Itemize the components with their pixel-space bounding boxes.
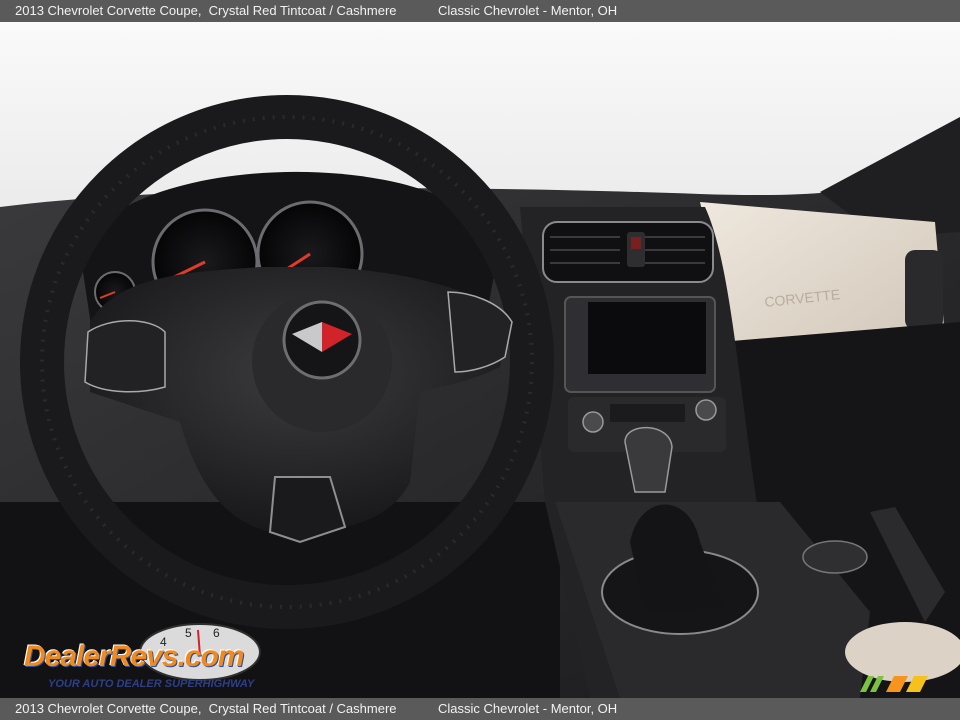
mm-logo-icon xyxy=(860,676,928,692)
tune-knob xyxy=(695,399,717,421)
dealerrevs-watermark: 4 5 6 DealerRevs.com YOUR AUTO DEALER SU… xyxy=(10,622,270,692)
svg-text:5: 5 xyxy=(185,626,192,640)
bottom-caption-bar: 2013 Chevrolet Corvette Coupe, Crystal R… xyxy=(0,698,960,720)
interior-photo: CORVETTE xyxy=(0,22,960,698)
car-title: 2013 Chevrolet Corvette Coupe, Crystal R… xyxy=(15,3,397,18)
watermark-brand: DealerRevs.com xyxy=(24,640,244,673)
footer-car-title: 2013 Chevrolet Corvette Coupe, Crystal R… xyxy=(15,701,397,716)
dealer-name: Classic Chevrolet - Mentor, OH xyxy=(438,3,618,18)
watermark-tagline: YOUR AUTO DEALER SUPERHIGHWAY xyxy=(48,678,255,690)
top-caption-bar: 2013 Chevrolet Corvette Coupe, Crystal R… xyxy=(0,0,960,22)
footer-dealer-name: Classic Chevrolet - Mentor, OH xyxy=(438,701,618,716)
svg-text:6: 6 xyxy=(213,626,220,640)
seat-edge xyxy=(845,622,960,682)
left-wheel-controls xyxy=(84,320,166,393)
volume-knob xyxy=(582,411,604,433)
